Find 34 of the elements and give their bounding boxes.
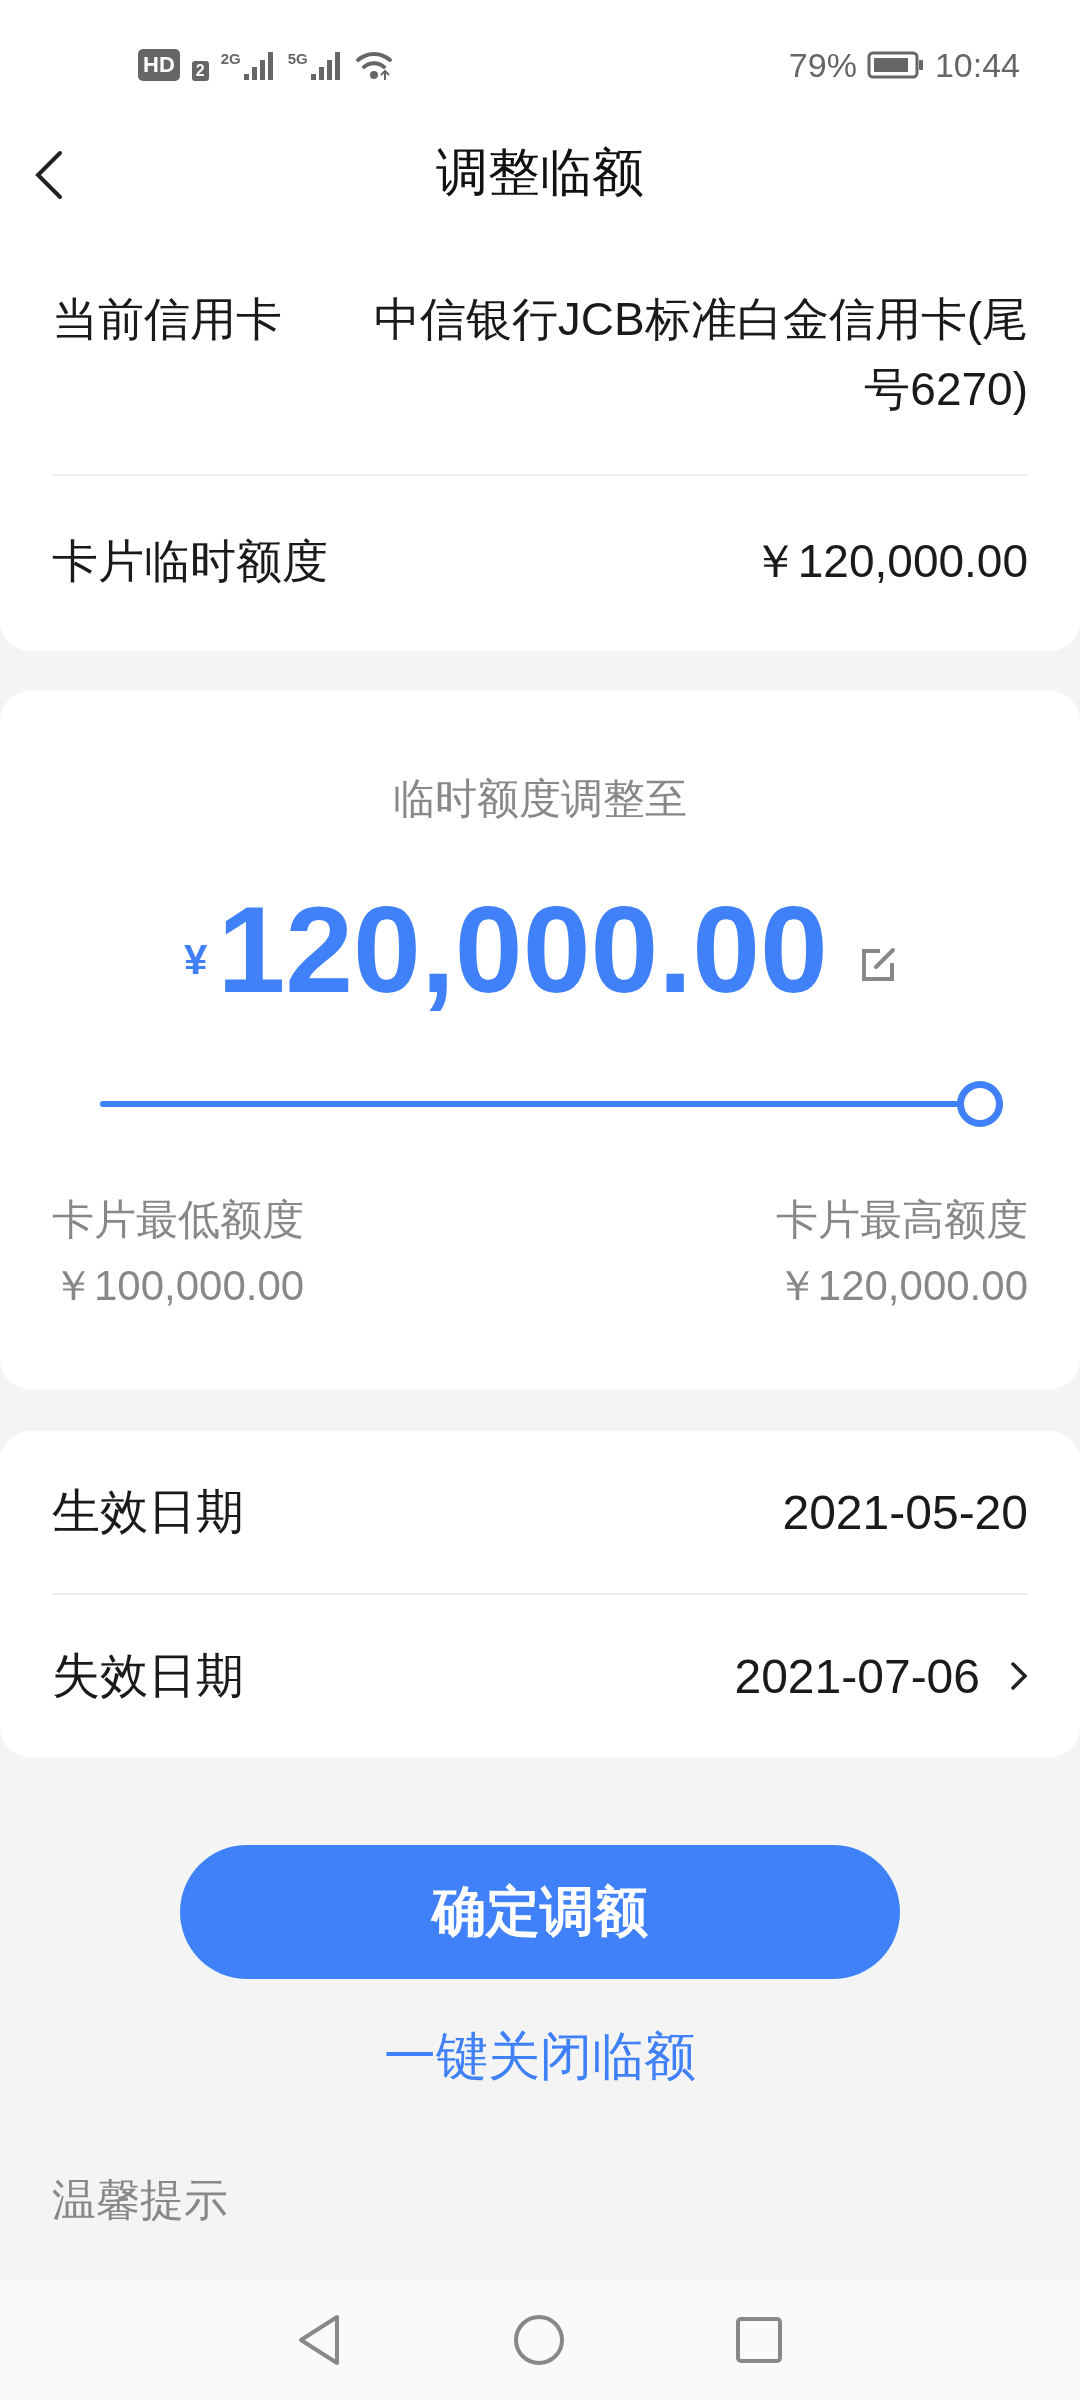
slider-thumb[interactable] [957, 1081, 1003, 1127]
battery-icon [866, 50, 925, 80]
edit-icon[interactable] [860, 947, 896, 983]
date-value[interactable]: 2021-07-06 [734, 1648, 980, 1704]
date-label: 生效日期 [52, 1484, 244, 1540]
sim-badge: 2 [191, 61, 209, 81]
max-limit-label: 卡片最高额度 [776, 1195, 1028, 1245]
section-label: 临时额度调整至 [392, 774, 688, 824]
min-limit-value: ￥100,000.00 [52, 1261, 305, 1311]
confirm-button[interactable]: 确定调额 [180, 1845, 900, 1979]
home-nav-icon[interactable] [513, 2314, 565, 2366]
field-label: 当前信用卡 [52, 292, 282, 347]
field-label: 卡片临时额度 [52, 534, 328, 589]
clock-time: 10:44 [934, 45, 1020, 85]
chevron-right-icon[interactable] [1010, 1661, 1028, 1691]
network-type: 2G [220, 50, 241, 67]
signal-icon [241, 50, 276, 80]
battery-percent: 79% [788, 45, 857, 85]
hd-badge: HD [138, 49, 180, 81]
network-type: 5G [287, 50, 308, 67]
field-value: 中信银行JCB标准白金信用卡(尾号6270) [372, 292, 1028, 417]
currency-symbol: ¥ [184, 936, 208, 984]
min-limit-label: 卡片最低额度 [52, 1195, 305, 1245]
amount-value: 120,000.00 [217, 885, 828, 1015]
max-limit-value: ￥120,000.00 [775, 1261, 1028, 1311]
field-value: ￥120,000.00 [751, 534, 1028, 589]
tips-heading: 温馨提示 [52, 2174, 228, 2226]
signal-icon [308, 50, 343, 80]
date-label: 失效日期 [52, 1648, 244, 1704]
date-value: 2021-05-20 [782, 1484, 1028, 1540]
page-title: 调整临额 [436, 142, 644, 203]
recents-nav-icon[interactable] [735, 2316, 783, 2364]
close-limit-link[interactable]: 一键关闭临额 [384, 2021, 696, 2091]
wifi-icon [354, 49, 395, 81]
